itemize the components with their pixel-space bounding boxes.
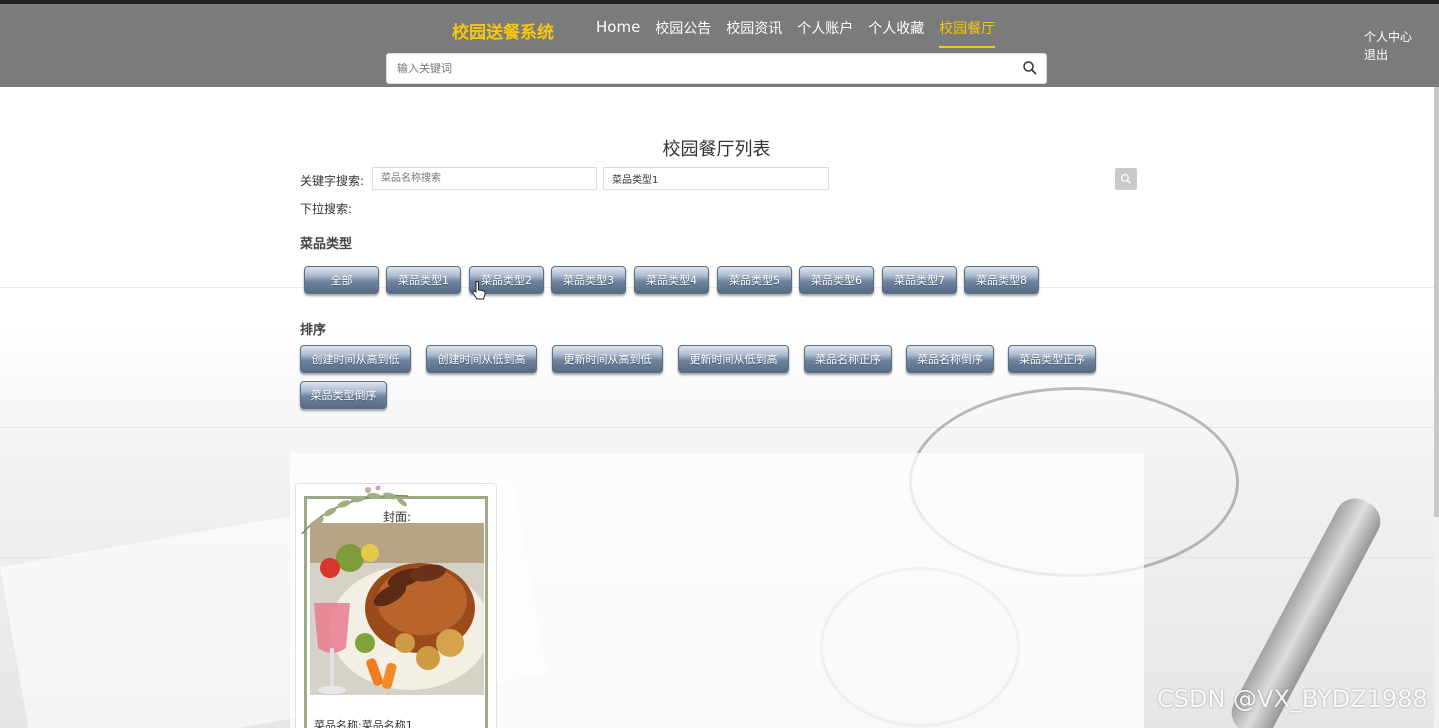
nav-canteen[interactable]: 校园餐厅 (939, 18, 996, 48)
type-button-7[interactable]: 菜品类型7 (882, 266, 957, 294)
scrollbar-thumb[interactable] (1434, 87, 1439, 517)
top-header: 校园送餐系统 Home 校园公告 校园资讯 个人账户 个人收藏 校园餐厅 个人中… (0, 0, 1439, 87)
type-button-all[interactable]: 全部 (304, 266, 379, 294)
sort-name-asc-button[interactable]: 菜品名称正序 (804, 345, 892, 373)
search-icon (1120, 173, 1131, 184)
sort-created-desc-button[interactable]: 创建时间从高到低 (300, 345, 411, 373)
sort-updated-asc-button[interactable]: 更新时间从低到高 (678, 345, 789, 373)
dish-cover-image[interactable] (310, 523, 484, 695)
nav-home[interactable]: Home (596, 18, 640, 48)
type-button-6[interactable]: 菜品类型6 (799, 266, 874, 294)
sort-section-title: 排序 (300, 323, 327, 338)
sort-type-desc-button[interactable]: 菜品类型倒序 (300, 381, 387, 409)
type-button-4[interactable]: 菜品类型4 (634, 266, 709, 294)
type-button-1[interactable]: 菜品类型1 (386, 266, 461, 294)
nav-account[interactable]: 个人账户 (797, 18, 853, 48)
dish-name: 菜品名称:菜品名称1 (314, 719, 413, 728)
hand-cursor-icon (472, 281, 486, 300)
nav-announcements[interactable]: 校园公告 (655, 18, 711, 48)
page-title: 校园餐厅列表 (662, 139, 771, 160)
page-scrollbar[interactable] (1434, 87, 1439, 728)
main-nav: Home 校园公告 校园资讯 个人账户 个人收藏 校园餐厅 (596, 18, 1010, 48)
brand-title: 校园送餐系统 (452, 23, 554, 43)
dish-type-section-title: 菜品类型 (300, 237, 353, 252)
type-button-3[interactable]: 菜品类型3 (551, 266, 626, 294)
dish-name-search-input[interactable] (372, 167, 597, 190)
dish-type-search-input[interactable] (603, 167, 829, 190)
filter-search-button[interactable] (1115, 168, 1137, 190)
user-center-link[interactable]: 个人中心 (1364, 28, 1412, 46)
type-button-8[interactable]: 菜品类型8 (964, 266, 1039, 294)
user-links: 个人中心 退出 (1364, 28, 1412, 64)
type-button-5[interactable]: 菜品类型5 (717, 266, 792, 294)
logout-link[interactable]: 退出 (1364, 46, 1412, 64)
search-icon[interactable] (1022, 60, 1038, 76)
sort-type-asc-button[interactable]: 菜品类型正序 (1008, 345, 1096, 373)
sort-name-desc-button[interactable]: 菜品名称倒序 (906, 345, 994, 373)
dropdown-search-label: 下拉搜索: (300, 202, 353, 216)
nav-favorites[interactable]: 个人收藏 (868, 18, 924, 48)
global-search-input[interactable] (387, 54, 1007, 83)
sort-updated-desc-button[interactable]: 更新时间从高到低 (552, 345, 663, 373)
csdn-watermark: CSDN @VX_BYDZ1988 (1157, 685, 1428, 713)
keyword-search-label: 关键字搜索: (300, 174, 365, 188)
dish-card[interactable]: 封面: 菜品名称:菜品名称1 (295, 483, 497, 728)
sort-created-asc-button[interactable]: 创建时间从低到高 (426, 345, 537, 373)
nav-news[interactable]: 校园资讯 (726, 18, 782, 48)
global-search (386, 53, 1047, 84)
